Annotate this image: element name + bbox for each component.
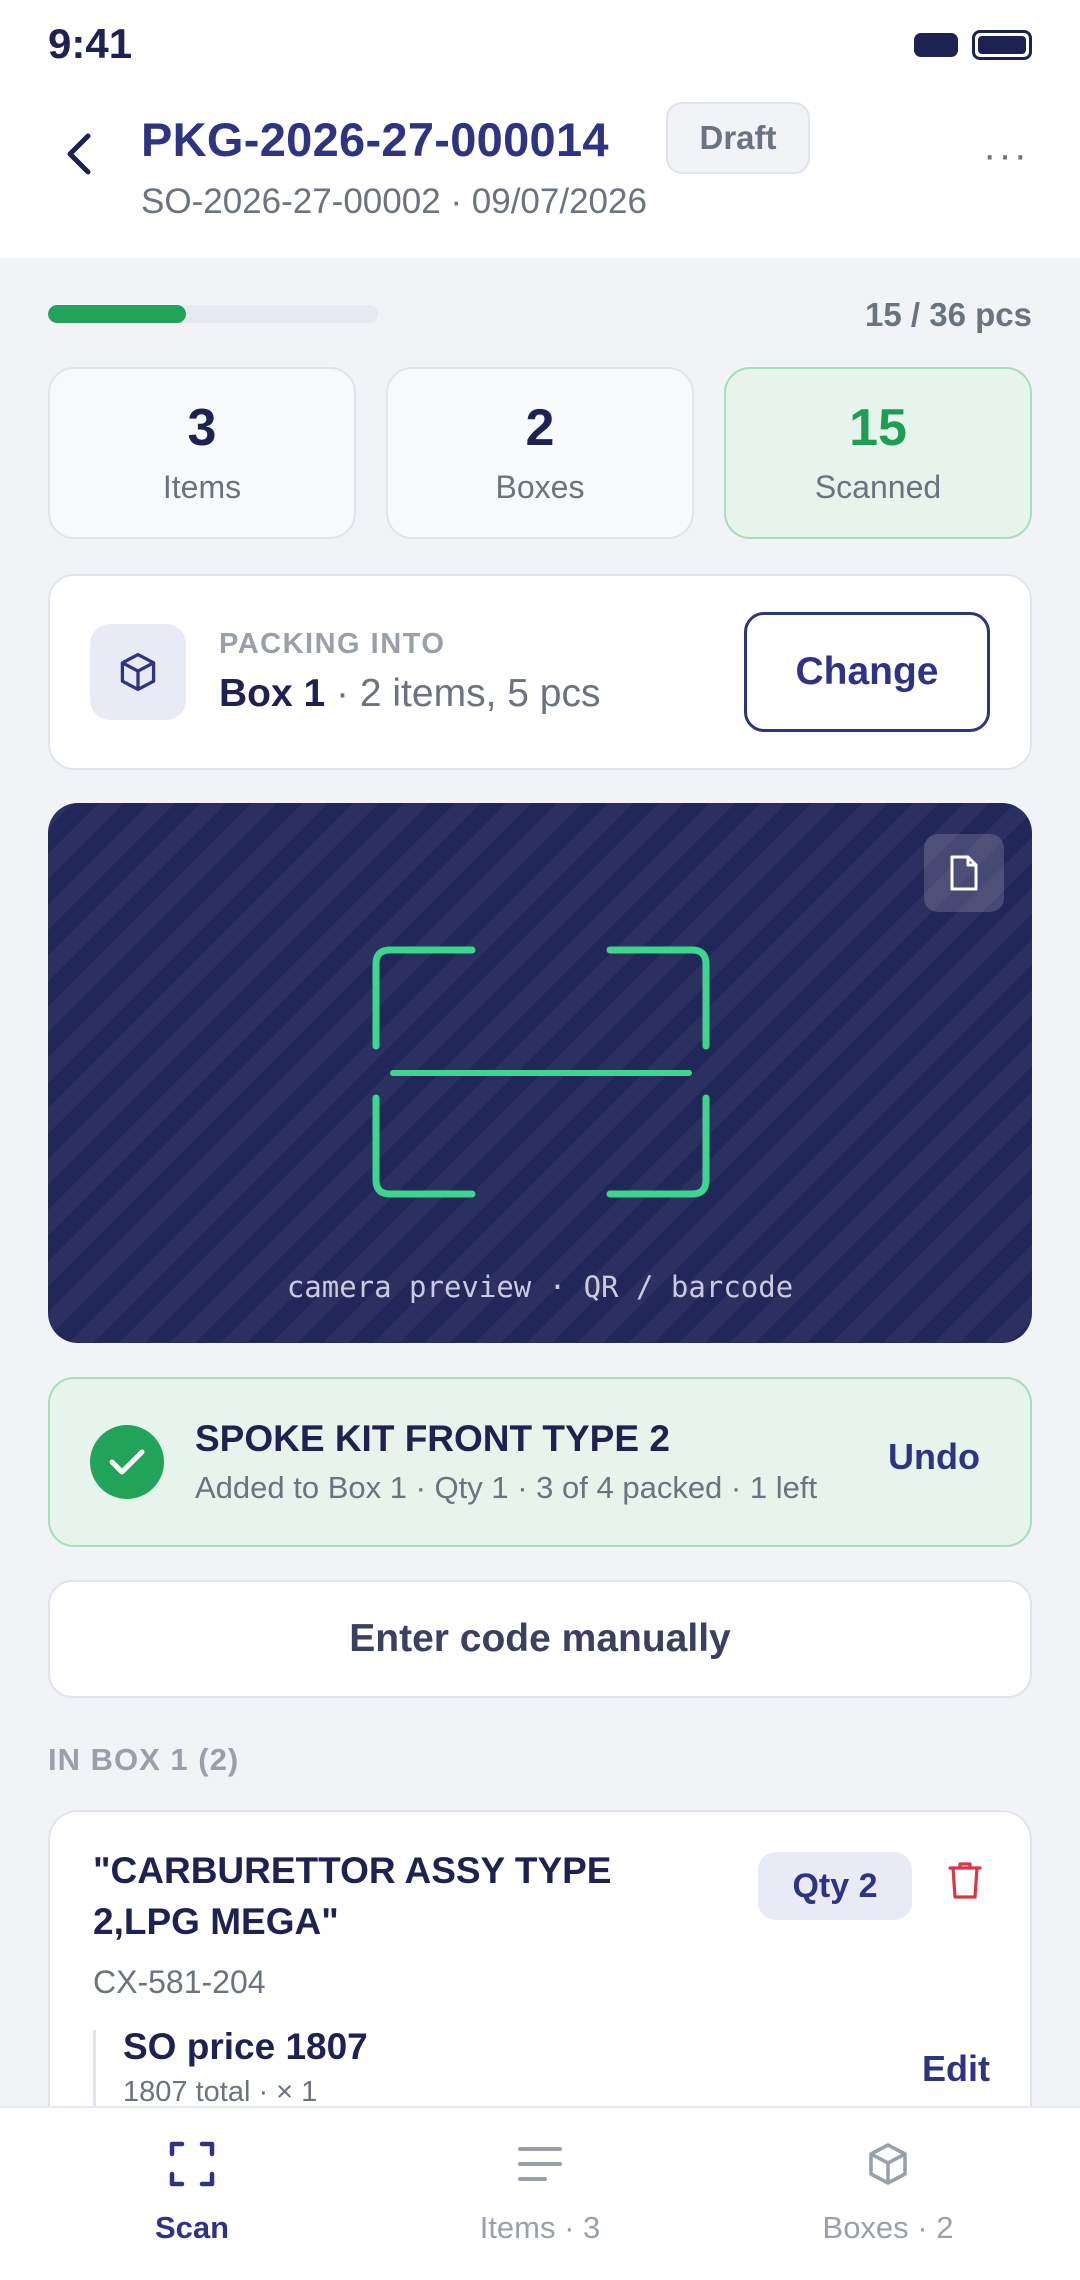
- back-button[interactable]: [48, 118, 110, 190]
- stat-value: 15: [849, 398, 907, 457]
- cellular-icon: [914, 33, 958, 57]
- undo-button[interactable]: Undo: [888, 1436, 980, 1478]
- stat-label: Scanned: [814, 469, 942, 506]
- scan-result-title: SPOKE KIT FRONT TYPE 2: [195, 1418, 670, 1459]
- nav-label: Items · 3: [479, 2210, 601, 2245]
- nav-items[interactable]: Items · 3: [410, 2136, 670, 2256]
- qty-badge: Qty 2: [758, 1852, 912, 1920]
- enter-code-manually-button[interactable]: Enter code manually: [48, 1580, 1032, 1698]
- scan-result-banner: [48, 1377, 1032, 1547]
- edit-price-button[interactable]: Edit: [922, 2048, 990, 2090]
- packing-box-detail: · 2 items, 5 pcs: [325, 672, 601, 715]
- stat-value: 2: [525, 398, 555, 457]
- item-sku: CX-581-204: [93, 1964, 266, 2000]
- trash-icon: [948, 1862, 982, 1899]
- camera-caption: camera preview · QR / barcode: [286, 1270, 794, 1304]
- item-name: "CARBURETTOR ASSY TYPE 2,LPG MEGA": [93, 1850, 612, 1942]
- status-badge: Draft: [666, 102, 810, 174]
- delete-item-button[interactable]: [940, 1852, 990, 1908]
- scan-result-subtitle: Added to Box 1 · Qty 1 · 3 of 4 packed ·…: [195, 1470, 818, 1505]
- nav-label: Boxes · 2: [822, 2210, 954, 2245]
- price-subtitle: 1807 total · × 1: [123, 2076, 318, 2108]
- packing-into-value: Box 1 · 2 items, 5 pcs: [219, 672, 600, 716]
- scan-icon: [169, 2136, 215, 2192]
- page-subtitle: SO-2026-27-00002 · 09/07/2026: [141, 182, 647, 221]
- packing-box-name: Box 1: [219, 672, 326, 715]
- more-options-button[interactable]: ···: [976, 130, 1036, 180]
- progress-bar: [48, 305, 378, 323]
- cube-icon: [90, 624, 186, 720]
- check-icon: [90, 1425, 164, 1499]
- stat-items: 3 Items: [48, 367, 356, 539]
- nav-label: Scan: [154, 2210, 230, 2245]
- battery-icon: [972, 30, 1032, 60]
- cube-icon: [864, 2136, 912, 2192]
- page-title: PKG-2026-27-000014: [141, 113, 609, 166]
- stat-label: Items: [162, 469, 242, 506]
- nav-boxes[interactable]: Boxes · 2: [758, 2136, 1018, 2256]
- chevron-left-icon: [67, 133, 91, 175]
- progress-text: 15 / 36 pcs: [865, 296, 1032, 333]
- packing-into-label: PACKING INTO: [219, 628, 446, 660]
- status-time: 9:41: [48, 20, 133, 67]
- stat-value: 3: [187, 398, 217, 457]
- nav-scan[interactable]: Scan: [62, 2136, 322, 2256]
- stat-boxes: 2 Boxes: [386, 367, 694, 539]
- document-icon: [950, 855, 978, 891]
- stat-scanned: 15 Scanned: [724, 367, 1032, 539]
- stat-label: Boxes: [495, 469, 585, 506]
- price-title: SO price 1807: [123, 2026, 368, 2067]
- list-icon: [517, 2136, 563, 2192]
- scan-frame: [372, 946, 710, 1198]
- document-button[interactable]: [924, 834, 1004, 912]
- change-box-button[interactable]: Change: [744, 612, 990, 732]
- box-section-label: IN BOX 1 (2): [48, 1742, 240, 1777]
- progress-fill: [48, 305, 186, 323]
